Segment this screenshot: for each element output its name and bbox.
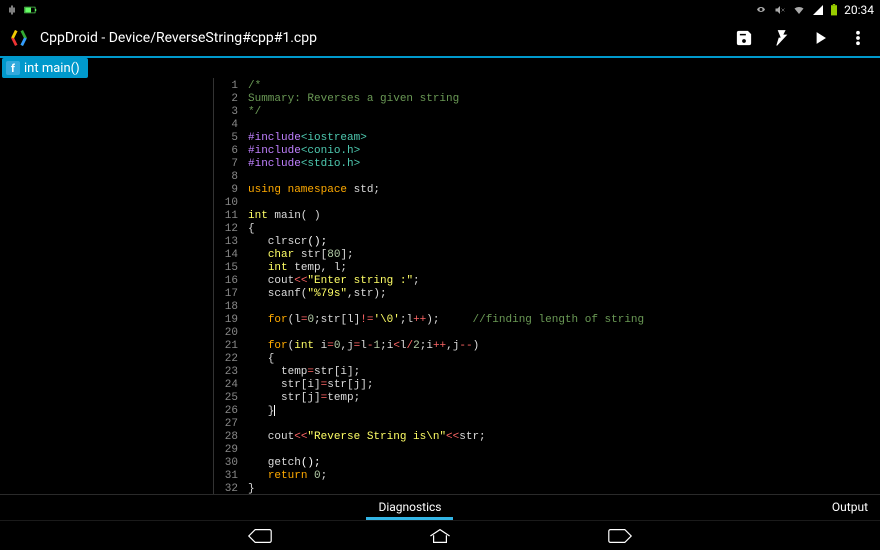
line-number: 13 — [214, 236, 238, 249]
wifi-icon — [792, 4, 806, 16]
line-number: 26 — [214, 405, 238, 418]
eye-off-icon — [754, 4, 768, 16]
line-number: 9 — [214, 184, 238, 197]
line-number: 15 — [214, 262, 238, 275]
code-line[interactable]: #include<conio.h> — [248, 145, 880, 158]
android-status-bar: 20:34 — [0, 0, 880, 20]
line-number: 18 — [214, 301, 238, 314]
code-line[interactable] — [248, 301, 880, 314]
code-line[interactable]: str[j]=temp; — [248, 392, 880, 405]
line-number: 8 — [214, 171, 238, 184]
code-editor[interactable]: /*Summary: Reverses a given string*/ #inc… — [244, 78, 880, 494]
volume-mute-icon — [774, 4, 786, 16]
code-line[interactable]: int main( ) — [248, 210, 880, 223]
line-number: 10 — [214, 197, 238, 210]
app-title: CppDroid - Device/ReverseString#cpp#1.cp… — [40, 30, 720, 46]
run-button[interactable] — [806, 24, 834, 52]
line-number: 21 — [214, 340, 238, 353]
line-number: 16 — [214, 275, 238, 288]
code-line[interactable]: using namespace std; — [248, 184, 880, 197]
app-logo-icon — [8, 27, 30, 49]
code-line[interactable]: for(int i=0,j=l-1;i<l/2;i++,j--) — [248, 340, 880, 353]
overflow-menu-button[interactable] — [844, 24, 872, 52]
code-line[interactable]: getch(); — [248, 457, 880, 470]
code-line[interactable]: #include<iostream> — [248, 132, 880, 145]
save-button[interactable] — [730, 24, 758, 52]
recent-apps-button[interactable] — [600, 526, 640, 546]
diagnostics-tab[interactable]: Diagnostics — [366, 495, 453, 520]
clock-text: 20:34 — [844, 3, 874, 17]
line-number-gutter: 1234567891011121314151617181920212223242… — [214, 78, 244, 494]
back-button[interactable] — [240, 526, 280, 546]
code-line[interactable] — [248, 171, 880, 184]
line-number: 5 — [214, 132, 238, 145]
code-line[interactable] — [248, 444, 880, 457]
compile-button[interactable] — [768, 24, 796, 52]
signal-icon — [812, 4, 824, 16]
function-tab[interactable]: f int main() — [2, 58, 88, 78]
android-nav-bar — [0, 520, 880, 550]
code-line[interactable]: str[i]=str[j]; — [248, 379, 880, 392]
code-line[interactable]: #include<stdio.h> — [248, 158, 880, 171]
code-line[interactable]: { — [248, 353, 880, 366]
code-line[interactable] — [248, 197, 880, 210]
code-line[interactable]: { — [248, 223, 880, 236]
outline-pane[interactable] — [0, 78, 214, 494]
line-number: 23 — [214, 366, 238, 379]
code-line[interactable]: clrscr(); — [248, 236, 880, 249]
line-number: 17 — [214, 288, 238, 301]
line-number: 27 — [214, 418, 238, 431]
tab-strip: f int main() — [0, 58, 880, 78]
code-line[interactable]: int temp, l; — [248, 262, 880, 275]
status-right: 20:34 — [754, 3, 874, 17]
line-number: 12 — [214, 223, 238, 236]
code-line[interactable]: cout<<"Reverse String is\n"<<str; — [248, 431, 880, 444]
line-number: 31 — [214, 470, 238, 483]
code-line[interactable]: return 0; — [248, 470, 880, 483]
code-line[interactable]: char str[80]; — [248, 249, 880, 262]
status-left — [6, 4, 38, 16]
line-number: 25 — [214, 392, 238, 405]
line-number: 11 — [214, 210, 238, 223]
line-number: 2 — [214, 93, 238, 106]
line-number: 22 — [214, 353, 238, 366]
code-line[interactable]: scanf("%79s",str); — [248, 288, 880, 301]
code-line[interactable]: */ — [248, 106, 880, 119]
code-line[interactable]: } — [248, 405, 880, 418]
line-number: 14 — [214, 249, 238, 262]
line-number: 7 — [214, 158, 238, 171]
code-line[interactable] — [248, 418, 880, 431]
home-button[interactable] — [420, 526, 460, 546]
battery-charging-icon — [24, 5, 38, 15]
editor-area: 1234567891011121314151617181920212223242… — [0, 78, 880, 494]
line-number: 28 — [214, 431, 238, 444]
function-tab-label: int main() — [24, 61, 80, 76]
code-line[interactable]: /* — [248, 80, 880, 93]
code-line[interactable]: cout<<"Enter string :"; — [248, 275, 880, 288]
line-number: 6 — [214, 145, 238, 158]
code-line[interactable] — [248, 327, 880, 340]
code-line[interactable]: } — [248, 483, 880, 494]
line-number: 4 — [214, 119, 238, 132]
line-number: 3 — [214, 106, 238, 119]
line-number: 24 — [214, 379, 238, 392]
battery-icon — [830, 4, 838, 16]
function-badge-icon: f — [6, 61, 20, 75]
line-number: 1 — [214, 80, 238, 93]
bottom-tab-bar: Diagnostics Output — [0, 494, 880, 520]
code-line[interactable]: Summary: Reverses a given string — [248, 93, 880, 106]
app-action-bar: CppDroid - Device/ReverseString#cpp#1.cp… — [0, 20, 880, 58]
output-tab[interactable]: Output — [820, 495, 880, 520]
line-number: 19 — [214, 314, 238, 327]
line-number: 20 — [214, 327, 238, 340]
code-line[interactable]: temp=str[i]; — [248, 366, 880, 379]
usb-icon — [6, 4, 18, 16]
line-number: 29 — [214, 444, 238, 457]
line-number: 30 — [214, 457, 238, 470]
code-line[interactable]: for(l=0;str[l]!='\0';l++); //finding len… — [248, 314, 880, 327]
code-line[interactable] — [248, 119, 880, 132]
